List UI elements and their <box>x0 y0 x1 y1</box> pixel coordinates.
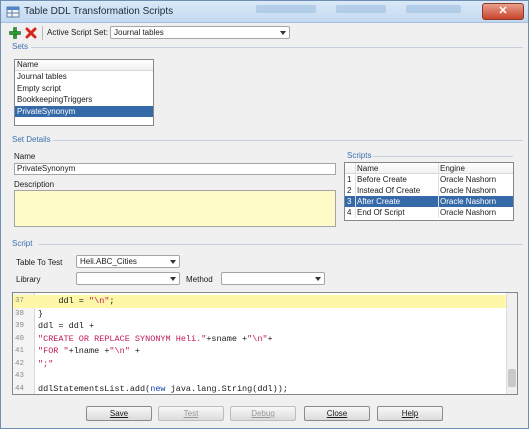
test-button-label: Test <box>183 409 199 418</box>
code-text: } <box>38 308 44 319</box>
debug-button[interactable]: Debug <box>230 406 296 421</box>
chevron-down-icon <box>315 277 321 281</box>
library-select[interactable] <box>76 272 180 285</box>
row-engine: Oracle Nashorn <box>440 197 497 206</box>
scrollbar-thumb[interactable] <box>508 369 516 387</box>
close-button[interactable]: Close <box>304 406 370 421</box>
table-app-icon <box>6 6 20 18</box>
table-row[interactable]: 4 End Of Script Oracle Nashorn <box>345 207 513 218</box>
line-number: 43 <box>15 372 25 380</box>
code-text: "CREATE OR REPLACE SYNONYM Heli."+sname … <box>38 333 273 344</box>
set-details-section-divider <box>53 140 523 141</box>
table-row[interactable]: 2 Instead Of Create Oracle Nashorn <box>345 185 513 196</box>
code-line[interactable]: 37 ddl = "\n"; <box>13 295 506 308</box>
help-button-label: Help <box>401 409 419 418</box>
line-number: 41 <box>15 347 25 355</box>
script-section-divider <box>38 244 523 245</box>
method-label: Method <box>186 275 213 284</box>
active-script-set-value: Journal tables <box>114 28 164 37</box>
sets-section-label: Sets <box>12 42 29 51</box>
line-number: 44 <box>15 384 25 393</box>
row-index: 4 <box>347 208 352 217</box>
row-engine: Oracle Nashorn <box>440 186 497 195</box>
line-number: 42 <box>15 359 25 368</box>
sets-column-header: Name <box>15 60 153 71</box>
name-label: Name <box>14 152 36 161</box>
row-index: 2 <box>347 186 352 195</box>
scripts-table[interactable]: Name Engine 1 Before Create Oracle Nasho… <box>344 162 514 221</box>
code-text: ddl = "\n"; <box>38 296 115 306</box>
scripts-col-engine: Engine <box>440 164 465 173</box>
row-engine: Oracle Nashorn <box>440 208 497 217</box>
list-item[interactable]: Journal tables <box>15 71 153 83</box>
code-line[interactable]: 41 "FOR "+lname +"\n" + <box>13 345 506 358</box>
line-number: 38 <box>15 309 25 318</box>
dialog-window: Table DDL Transformation Scripts ✕ Activ… <box>0 0 529 429</box>
line-number: 37 <box>15 297 25 305</box>
toolbar-separator <box>42 26 43 40</box>
scripts-section-label: Scripts <box>347 151 372 160</box>
debug-button-label: Debug <box>251 409 275 418</box>
code-text: ";" <box>38 358 54 369</box>
row-name: Before Create <box>357 175 407 184</box>
sets-list[interactable]: Name Journal tables Empty script Bookkee… <box>14 59 154 126</box>
save-button-label: Save <box>109 409 129 418</box>
row-name: Instead Of Create <box>357 186 421 195</box>
list-item[interactable]: Empty script <box>15 83 153 95</box>
chevron-down-icon <box>170 277 176 281</box>
code-line[interactable]: 44 ddlStatementsList.add(new java.lang.St… <box>13 383 506 395</box>
scripts-section-divider <box>373 156 513 157</box>
editor-vertical-scrollbar[interactable] <box>506 293 517 394</box>
plus-icon[interactable] <box>9 27 21 39</box>
title-bar: Table DDL Transformation Scripts ✕ <box>1 1 528 23</box>
scripts-table-header: Name Engine <box>345 163 513 174</box>
code-editor[interactable]: 37 ddl = "\n"; 38} 39 ddl = ddl +40 "CREATE … <box>12 292 518 395</box>
row-index: 3 <box>347 197 352 206</box>
code-line[interactable]: 38} <box>13 308 506 321</box>
close-button-label: Close <box>326 409 348 418</box>
scripts-col-name: Name <box>357 164 379 173</box>
row-name: End Of Script <box>357 208 405 217</box>
help-button[interactable]: Help <box>377 406 443 421</box>
line-number: 39 <box>15 322 25 330</box>
chevron-down-icon <box>170 260 176 264</box>
table-to-test-value: Heli.ABC_Cities <box>80 257 137 266</box>
window-close-button[interactable]: ✕ <box>482 3 524 20</box>
save-button[interactable]: Save <box>86 406 152 421</box>
name-field[interactable]: PrivateSynonym <box>14 163 336 175</box>
method-select[interactable] <box>221 272 325 285</box>
title-bar-background <box>256 1 466 23</box>
row-index: 1 <box>347 175 352 184</box>
code-line[interactable]: 43 <box>13 370 506 383</box>
sets-section-divider <box>31 47 523 48</box>
column-divider <box>355 163 356 218</box>
row-name: After Create <box>357 197 401 206</box>
window-title: Table DDL Transformation Scripts <box>24 6 174 17</box>
table-to-test-select[interactable]: Heli.ABC_Cities <box>76 255 180 268</box>
line-number: 40 <box>15 334 25 343</box>
table-row[interactable]: 1 Before Create Oracle Nashorn <box>345 174 513 185</box>
code-line[interactable]: 42 ";" <box>13 358 506 371</box>
description-field[interactable] <box>14 190 336 227</box>
active-script-set-label: Active Script Set: <box>47 28 108 37</box>
code-text: "FOR "+lname +"\n" + <box>38 346 141 356</box>
x-icon[interactable] <box>25 27 37 39</box>
code-text: ddl = ddl + <box>38 321 95 331</box>
list-item-selected[interactable]: PrivateSynonym <box>15 105 153 117</box>
code-line[interactable]: 40 "CREATE OR REPLACE SYNONYM Heli."+snam… <box>13 333 506 346</box>
set-details-section-label: Set Details <box>12 135 51 144</box>
test-button[interactable]: Test <box>158 406 224 421</box>
chevron-down-icon <box>280 31 286 35</box>
table-to-test-label: Table To Test <box>16 258 63 267</box>
column-divider <box>438 163 439 218</box>
code-text: ddlStatementsList.add(new java.lang.Stri… <box>38 383 288 394</box>
active-script-set-select[interactable]: Journal tables <box>110 26 290 39</box>
script-section-label: Script <box>12 239 33 248</box>
list-item[interactable]: BookkeepingTriggers <box>15 94 153 106</box>
table-row-selected[interactable]: 3 After Create Oracle Nashorn <box>345 196 513 207</box>
code-line[interactable]: 39 ddl = ddl + <box>13 320 506 333</box>
description-label: Description <box>14 180 55 189</box>
row-engine: Oracle Nashorn <box>440 175 497 184</box>
library-label: Library <box>16 275 41 284</box>
